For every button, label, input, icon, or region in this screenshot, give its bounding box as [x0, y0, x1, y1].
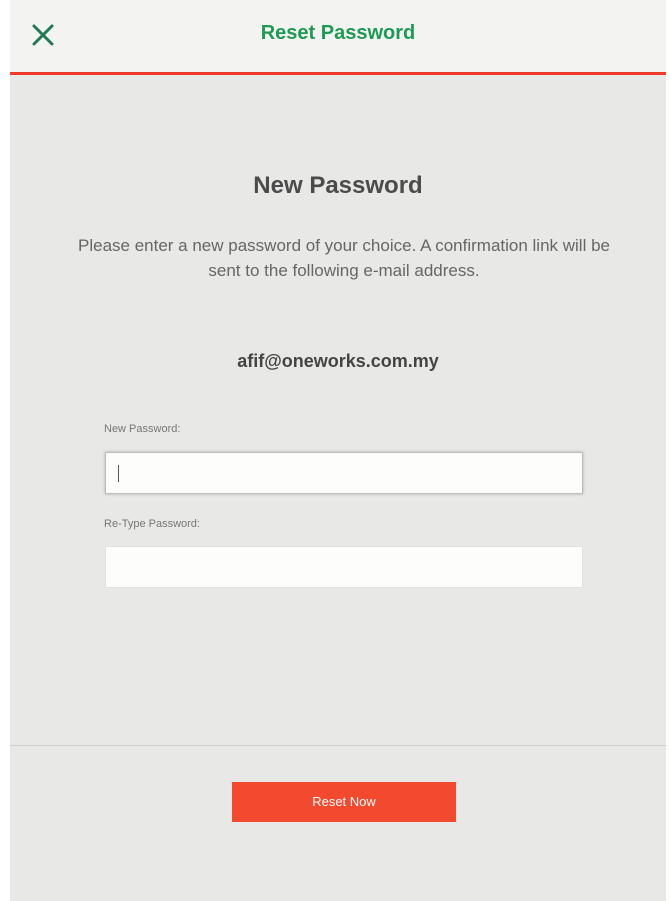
- new-password-field[interactable]: [105, 452, 583, 494]
- email-address: afif@oneworks.com.my: [237, 351, 439, 371]
- header: Reset Password: [10, 0, 666, 75]
- reset-now-button[interactable]: Reset Now: [232, 782, 456, 822]
- new-password-label: New Password:: [104, 423, 181, 435]
- text-caret: [118, 465, 119, 482]
- instructions-text: Please enter a new password of your choi…: [78, 236, 610, 280]
- retype-password-label: Re-Type Password:: [104, 518, 200, 530]
- divider: [10, 745, 666, 746]
- retype-password-field[interactable]: [105, 546, 583, 588]
- page-title: New Password: [253, 172, 423, 199]
- reset-password-screen: Reset Password New Password Please enter…: [10, 0, 666, 901]
- header-title: Reset Password: [260, 22, 416, 44]
